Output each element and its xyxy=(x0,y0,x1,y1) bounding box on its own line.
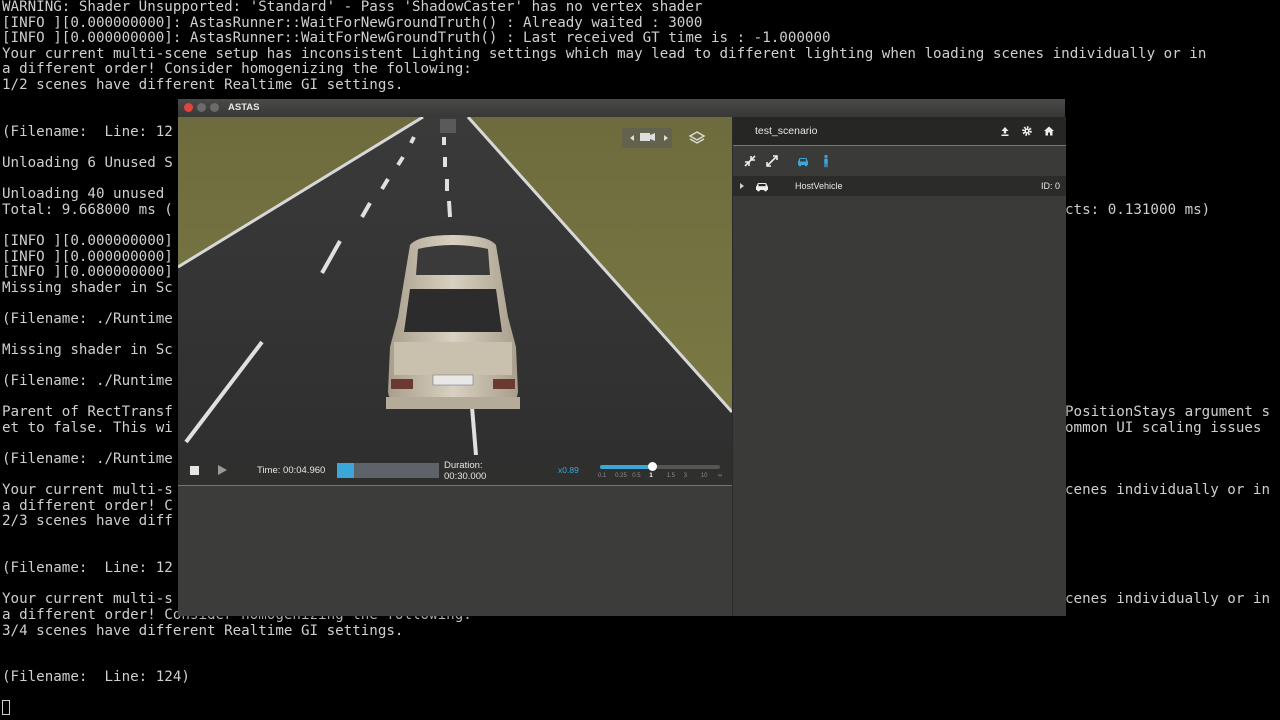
play-button[interactable] xyxy=(218,465,227,475)
terminal-line: 1/2 scenes have different Realtime GI se… xyxy=(2,77,404,93)
terminal-line: Your current multi-s xyxy=(2,482,173,498)
pedestrian-filter-icon[interactable] xyxy=(819,154,833,168)
current-time: Time: 00:04.960 xyxy=(257,465,326,476)
upload-icon[interactable] xyxy=(999,125,1011,137)
terminal-line: et to false. This wi xyxy=(2,420,173,436)
speed-ticks: 0.1 0.25 0.5 1 1.5 3 10 ∞ xyxy=(598,473,724,481)
terminal-line: Missing shader in Sc xyxy=(2,280,173,296)
gear-icon[interactable] xyxy=(1021,125,1033,137)
camera-select-button[interactable] xyxy=(622,128,672,148)
panel-header: test_scenario xyxy=(733,117,1066,146)
layers-icon xyxy=(688,131,706,144)
terminal-line: [INFO ][0.000000000] xyxy=(2,233,173,249)
window-title: ASTAS xyxy=(228,102,260,113)
terminal-cursor xyxy=(2,700,10,715)
timeline-scrubber[interactable] xyxy=(337,463,439,478)
expand-icon[interactable] xyxy=(765,154,779,168)
duration-label: Duration: xyxy=(444,460,483,471)
car-filter-icon[interactable] xyxy=(796,154,810,168)
astas-window: ASTAS Time: 00:04.960 Duration: 00:30.00… xyxy=(178,99,1066,616)
scenario-panel: test_scenario HostVehicle ID: 0 xyxy=(732,117,1066,616)
terminal-line: Parent of RectTransf xyxy=(2,404,173,420)
tree-item-name: HostVehicle xyxy=(795,181,843,191)
speed-tick[interactable]: 3 xyxy=(684,473,687,479)
terminal-line: (Filename: Line: 124) xyxy=(2,669,190,685)
terminal-line: Your current multi-s xyxy=(2,591,173,607)
duration-value: 00:30.000 xyxy=(444,470,487,482)
speed-slider-fill xyxy=(600,465,652,469)
terminal-line: Unloading 6 Unused S xyxy=(2,155,173,171)
speed-tick[interactable]: 0.5 xyxy=(632,473,640,479)
scenario-name: test_scenario xyxy=(755,125,818,137)
terminal-line: Unloading 40 unused xyxy=(2,186,165,202)
terminal-line: Missing shader in Sc xyxy=(2,342,173,358)
playback-bar: Time: 00:04.960 Duration: 00:30.000 x0.8… xyxy=(178,455,732,486)
speed-tick[interactable]: 1 xyxy=(649,473,652,479)
terminal-line: (Filename: Line: 12 xyxy=(2,124,173,140)
timeline-progress-fill xyxy=(337,463,355,478)
window-close-button[interactable] xyxy=(184,103,193,112)
speed-slider[interactable] xyxy=(600,462,720,471)
terminal-line: cenes individually or in xyxy=(1065,482,1270,498)
terminal-line: PositionStays argument s xyxy=(1065,404,1270,420)
terminal-line: cenes individually or in xyxy=(1065,591,1270,607)
window-titlebar[interactable]: ASTAS xyxy=(178,99,1065,118)
duration-display: Duration: 00:30.000 xyxy=(444,460,487,482)
car-icon xyxy=(756,183,768,192)
terminal-line: (Filename: Line: 12 xyxy=(2,560,173,576)
terminal-line: [INFO ][0.000000000]: AstasRunner::WaitF… xyxy=(2,30,831,46)
speed-tick[interactable]: 10 xyxy=(701,473,708,479)
terminal-line: Total: 9.668000 ms ( xyxy=(2,202,173,218)
terminal-line: a different order! Consider homogenizing… xyxy=(2,61,472,77)
stop-button[interactable] xyxy=(190,466,199,475)
panel-toolbar xyxy=(733,146,1066,176)
terminal-line: [INFO ][0.000000000] xyxy=(2,264,173,280)
speed-tick[interactable]: 0.25 xyxy=(615,473,627,479)
layers-button[interactable] xyxy=(688,130,706,146)
home-icon[interactable] xyxy=(1043,125,1055,137)
road-scene xyxy=(178,117,732,455)
terminal-line: 2/3 scenes have diff xyxy=(2,513,173,529)
terminal-line: ommon UI scaling issues xyxy=(1065,420,1262,436)
window-minimize-button[interactable] xyxy=(197,103,206,112)
window-maximize-button[interactable] xyxy=(210,103,219,112)
simulation-viewport[interactable] xyxy=(178,117,732,455)
tree-item-host-vehicle[interactable]: HostVehicle ID: 0 xyxy=(733,176,1066,196)
speed-tick[interactable]: ∞ xyxy=(718,473,722,479)
speed-tick[interactable]: 1.5 xyxy=(667,473,675,479)
terminal-line: WARNING: Shader Unsupported: 'Standard' … xyxy=(2,0,703,15)
speed-tick[interactable]: 0.1 xyxy=(598,473,606,479)
camera-icon xyxy=(630,133,668,141)
speed-slider-knob[interactable] xyxy=(647,462,657,471)
tree-item-id: ID: 0 xyxy=(1040,181,1060,191)
tree-expand-arrow[interactable] xyxy=(740,183,744,189)
terminal-line: (Filename: ./Runtime xyxy=(2,451,173,467)
terminal-line: (Filename: ./Runtime xyxy=(2,373,173,389)
terminal-line: (Filename: ./Runtime xyxy=(2,311,173,327)
collapse-icon[interactable] xyxy=(743,154,757,168)
terminal-line: cts: 0.131000 ms) xyxy=(1065,202,1211,218)
terminal-line: 3/4 scenes have different Realtime GI se… xyxy=(2,623,404,639)
speed-value: x0.89 xyxy=(558,465,579,475)
